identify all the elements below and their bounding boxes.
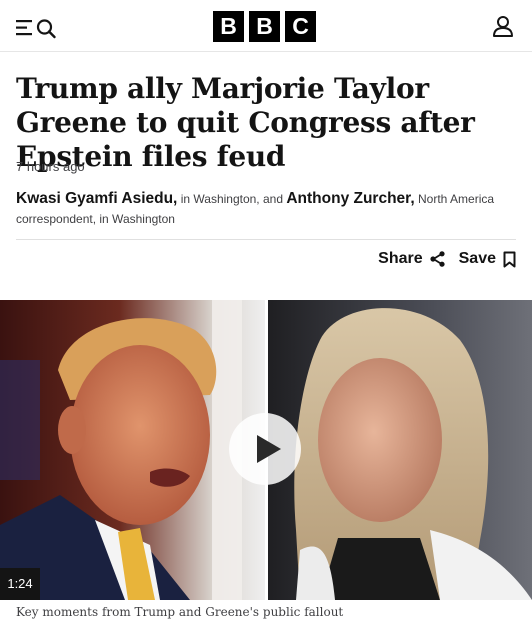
video-duration-badge: 1:24 — [0, 568, 40, 600]
menu-search-button[interactable] — [16, 17, 58, 39]
top-navigation-bar: B B C — [0, 0, 532, 52]
bbc-logo-letter: B — [249, 11, 280, 42]
menu-icon — [16, 19, 56, 39]
bbc-logo[interactable]: B B C — [213, 11, 316, 42]
bookmark-icon — [503, 251, 516, 267]
article-byline: Kwasi Gyamfi Asiedu, in Washington, and … — [16, 189, 516, 229]
search-icon — [36, 19, 56, 39]
video-caption: Key moments from Trump and Greene's publ… — [16, 605, 344, 619]
account-icon — [493, 16, 513, 37]
play-icon — [257, 435, 281, 463]
byline-divider — [16, 239, 516, 240]
save-label: Save — [458, 250, 496, 267]
author-detail: in Washington, and — [177, 192, 287, 206]
share-icon — [430, 251, 445, 267]
bbc-logo-letter: C — [285, 11, 316, 42]
play-button[interactable] — [229, 413, 301, 485]
article-headline: Trump ally Marjorie Taylor Greene to qui… — [16, 72, 475, 173]
save-button[interactable]: Save — [459, 250, 516, 268]
author-name[interactable]: Kwasi Gyamfi Asiedu, — [16, 190, 177, 207]
bbc-logo-letter: B — [213, 11, 244, 42]
article-timestamp: 7 hours ago — [16, 159, 85, 174]
share-button[interactable]: Share — [378, 250, 445, 268]
author-name[interactable]: Anthony Zurcher, — [286, 190, 414, 207]
article-actions: Share Save — [378, 250, 516, 268]
video-player[interactable]: 1:24 — [0, 300, 532, 600]
share-label: Share — [378, 250, 423, 267]
account-button[interactable] — [492, 15, 514, 37]
